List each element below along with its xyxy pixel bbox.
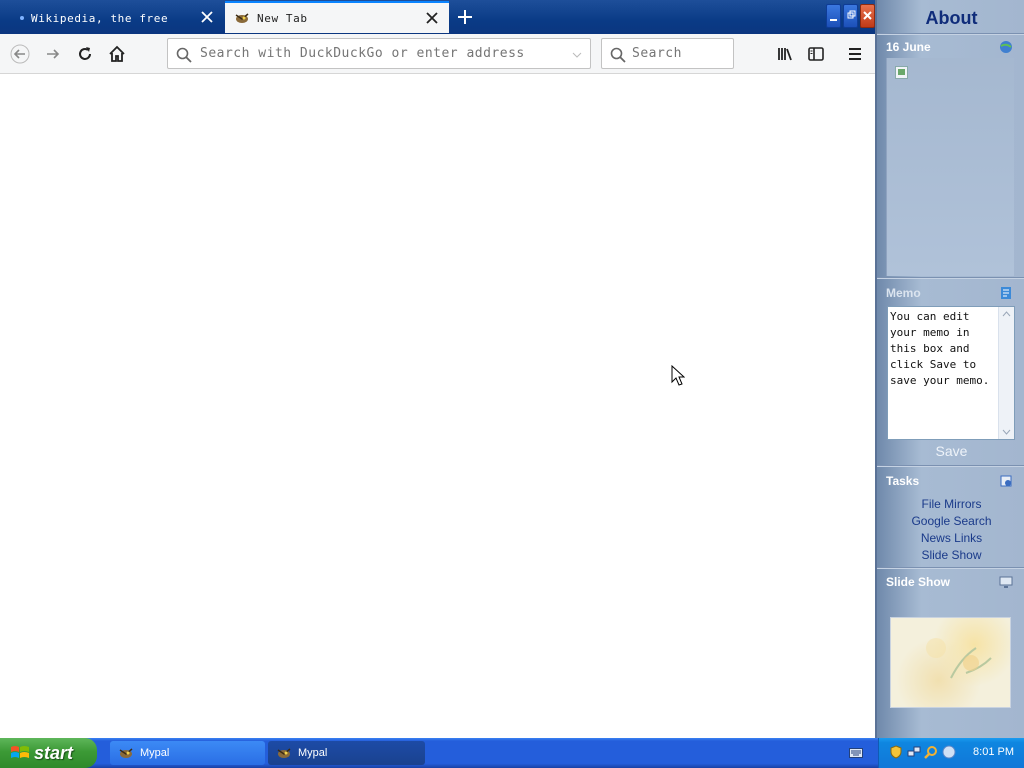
library-icon — [778, 48, 792, 61]
menu-button[interactable] — [843, 42, 867, 66]
clock[interactable]: 8:01 PM — [973, 746, 1014, 758]
memo-box: You can edit your memo in this box and c… — [887, 306, 1015, 440]
divider — [877, 33, 1024, 35]
page-content[interactable] — [0, 75, 875, 738]
tasks-title: Tasks — [886, 474, 920, 488]
restore-button[interactable] — [843, 4, 858, 28]
forward-arrow-icon — [47, 49, 60, 59]
calendar-panel — [886, 58, 1014, 276]
sidebar-title[interactable]: About — [877, 8, 1024, 29]
mouse-cursor-icon — [671, 365, 685, 386]
broken-image-icon — [895, 66, 908, 79]
memo-title: Memo — [886, 286, 921, 300]
back-arrow-icon — [10, 44, 30, 64]
mypal-favicon-icon — [235, 13, 249, 23]
library-button[interactable] — [773, 42, 797, 66]
memo-save-button[interactable]: Save — [877, 443, 1024, 459]
taskbar-button-mypal[interactable]: Mypal — [110, 741, 265, 765]
notepad-icon[interactable] — [998, 285, 1014, 301]
sidebar-toggle-button[interactable] — [804, 42, 828, 66]
system-tray: 8:01 PM — [878, 738, 1024, 768]
url-bar[interactable] — [167, 38, 591, 69]
fairy-illustration-icon — [926, 638, 992, 679]
tab-strip: Wikipedia, the free New Tab — [0, 0, 875, 34]
memo-scrollbar[interactable] — [998, 307, 1014, 439]
sidebar-icon — [808, 47, 824, 61]
search-icon — [610, 47, 626, 63]
chevron-up-icon[interactable] — [1002, 310, 1011, 318]
address-input[interactable] — [200, 46, 570, 61]
close-window-button[interactable] — [860, 4, 875, 28]
close-tab-icon[interactable] — [425, 11, 439, 25]
taskbar-button-mypal-active[interactable]: Mypal — [268, 741, 425, 765]
task-link-google-search[interactable]: Google Search — [877, 514, 1024, 528]
chevron-down-icon[interactable] — [572, 51, 582, 59]
tasks-icon[interactable] — [998, 473, 1014, 489]
taskbar-button-label: Mypal — [140, 747, 170, 759]
date-label: 16 June — [886, 40, 931, 54]
task-link-file-mirrors[interactable]: File Mirrors — [877, 497, 1024, 511]
divider — [877, 465, 1024, 467]
divider — [877, 567, 1024, 569]
home-icon — [109, 45, 125, 62]
back-button[interactable] — [8, 42, 32, 66]
gadget-sidebar: About 16 June Memo You can edit your mem… — [875, 0, 1024, 738]
navigation-toolbar — [0, 34, 875, 74]
windows-logo-icon — [11, 746, 29, 758]
globe-icon[interactable] — [998, 39, 1014, 55]
minimize-icon — [830, 19, 837, 21]
search-input[interactable] — [632, 46, 728, 61]
home-button[interactable] — [105, 42, 129, 66]
network-icon[interactable] — [907, 745, 921, 759]
tab-loading-dot-icon — [20, 16, 24, 20]
mypal-app-icon — [277, 748, 291, 758]
window-controls — [826, 4, 875, 28]
new-tab-plus-icon[interactable] — [455, 7, 475, 27]
memo-textarea[interactable]: You can edit your memo in this box and c… — [890, 309, 998, 437]
tab-label: Wikipedia, the free — [31, 11, 169, 25]
taskbar-button-label: Mypal — [298, 747, 328, 759]
magnifier-icon[interactable] — [924, 745, 938, 759]
slideshow-title: Slide Show — [886, 575, 951, 589]
reload-icon — [79, 47, 91, 60]
hamburger-menu-icon — [849, 48, 861, 60]
reload-button[interactable] — [73, 42, 97, 66]
search-bar[interactable] — [601, 38, 734, 69]
forward-button[interactable] — [41, 42, 65, 66]
task-link-news-links[interactable]: News Links — [877, 531, 1024, 545]
start-button[interactable]: start — [0, 738, 97, 768]
mypal-app-icon — [119, 748, 133, 758]
close-tab-icon[interactable] — [200, 10, 214, 24]
close-icon — [863, 11, 872, 20]
tab-label: New Tab — [257, 11, 308, 25]
shield-icon[interactable] — [889, 745, 903, 759]
search-icon — [176, 47, 192, 63]
start-label: start — [34, 742, 74, 763]
restore-icon — [847, 10, 856, 19]
divider — [877, 277, 1024, 279]
browser-window: Wikipedia, the free New Tab — [0, 0, 875, 738]
tab-new-tab[interactable]: New Tab — [225, 1, 449, 33]
tab-wikipedia[interactable]: Wikipedia, the free — [0, 2, 224, 34]
minimize-button[interactable] — [826, 4, 841, 28]
globe-icon[interactable] — [942, 745, 956, 759]
chevron-down-icon[interactable] — [1002, 428, 1011, 436]
slideshow-image[interactable] — [890, 617, 1011, 708]
keyboard-icon[interactable] — [849, 747, 863, 759]
monitor-icon[interactable] — [998, 574, 1014, 590]
taskbar: start Mypal Mypal 8:01 PM — [0, 738, 1024, 768]
task-link-slide-show[interactable]: Slide Show — [877, 548, 1024, 562]
